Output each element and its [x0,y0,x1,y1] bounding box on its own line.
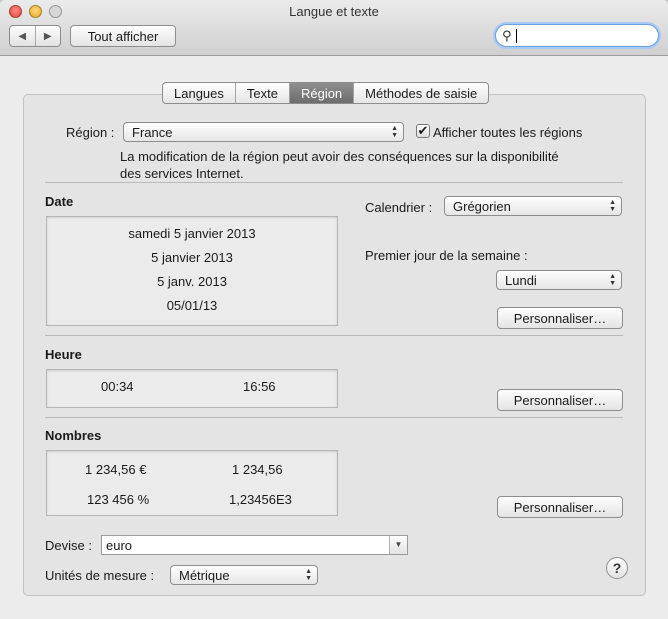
units-value: Métrique [179,567,230,583]
search-field[interactable]: ⚲ [495,24,659,47]
number-format-scientific: 1,23456E3 [229,492,292,507]
back-forward-control: ◀ ▶ [9,25,61,47]
time-customize-button[interactable]: Personnaliser… [497,389,623,411]
show-all-regions-label: Afficher toutes les régions [433,125,583,140]
time-format-short: 00:34 [101,379,134,394]
help-button[interactable]: ? [606,557,628,579]
date-format-long: 5 janvier 2013 [151,250,233,265]
region-panel [23,94,646,596]
chevron-down-icon[interactable]: ▼ [389,536,407,554]
popup-arrows-icon: ▲ ▼ [609,199,616,213]
popup-arrows-icon: ▲ ▼ [609,273,616,287]
tab-bar: Langues Texte Région Méthodes de saisie [162,82,490,104]
calendar-label: Calendrier : [365,200,433,215]
time-format-long: 16:56 [243,379,276,394]
tab-texte[interactable]: Texte [236,83,290,103]
titlebar: Langue et texte ◀ ▶ Tout afficher ⚲ [0,0,668,56]
show-all-regions-checkbox[interactable]: ✔ [416,124,430,138]
divider [45,182,623,183]
tab-methodes-de-saisie[interactable]: Méthodes de saisie [354,83,488,103]
time-heading: Heure [45,347,82,362]
tab-region[interactable]: Région [289,83,355,103]
date-format-box: samedi 5 janvier 2013 5 janvier 2013 5 j… [46,216,338,326]
first-day-value: Lundi [505,272,537,288]
region-label: Région : [66,125,115,140]
numbers-heading: Nombres [45,428,102,443]
first-day-label: Premier jour de la semaine : [365,248,528,263]
region-popup[interactable]: France ▲ ▼ [123,122,404,142]
numbers-customize-button[interactable]: Personnaliser… [497,496,623,518]
popup-arrows-icon: ▲ ▼ [305,568,312,582]
preferences-window: Langue et texte ◀ ▶ Tout afficher ⚲ Lang… [0,0,668,619]
popup-arrows-icon: ▲ ▼ [391,125,398,139]
show-all-button[interactable]: Tout afficher [70,25,176,47]
tab-langues[interactable]: Langues [163,83,236,103]
date-format-medium: 5 janv. 2013 [157,274,227,289]
date-heading: Date [45,194,74,209]
currency-label: Devise : [45,538,92,553]
text-cursor [516,29,517,43]
number-format-decimal: 1 234,56 [232,462,283,477]
currency-value[interactable]: euro [106,538,132,553]
currency-combobox[interactable]: euro ▼ [101,535,408,555]
back-arrow-icon[interactable]: ◀ [10,26,36,46]
number-format-currency: 1 234,56 € [85,462,147,477]
numbers-format-box: 1 234,56 € 1 234,56 123 456 % 1,23456E3 [46,450,338,516]
units-label: Unités de mesure : [45,568,155,583]
number-format-percent: 123 456 % [87,492,150,507]
date-customize-button[interactable]: Personnaliser… [497,307,623,329]
search-icon: ⚲ [502,28,512,43]
region-note-line-2: des services Internet. [120,166,244,181]
first-day-popup[interactable]: Lundi ▲ ▼ [496,270,622,290]
window-title: Langue et texte [289,4,379,19]
divider [45,335,623,336]
time-format-box: 00:34 16:56 [46,369,338,408]
region-value: France [132,124,173,140]
divider [45,417,623,418]
calendar-value: Grégorien [453,198,511,214]
region-note-line-1: La modification de la région peut avoir … [120,149,559,164]
date-format-short: 05/01/13 [166,298,218,313]
forward-arrow-icon[interactable]: ▶ [36,26,61,46]
calendar-popup[interactable]: Grégorien ▲ ▼ [444,196,622,216]
units-popup[interactable]: Métrique ▲ ▼ [170,565,318,585]
date-format-full: samedi 5 janvier 2013 [128,226,256,241]
